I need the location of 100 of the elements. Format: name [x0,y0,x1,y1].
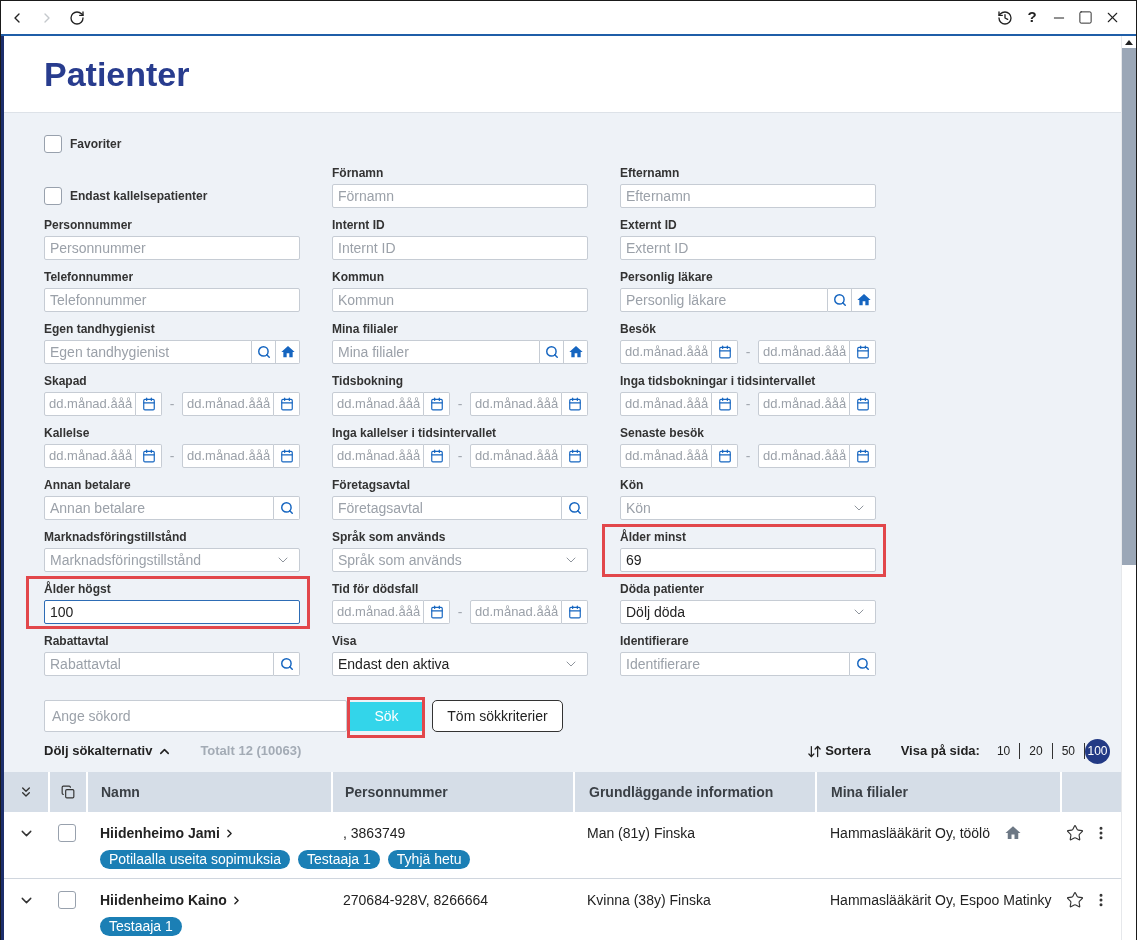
date-field[interactable]: dd.månad.ååå [44,392,136,416]
page-size-option[interactable]: 100 [1085,738,1110,764]
calendar-icon [567,397,582,411]
select-field[interactable]: Marknadsföringstillstånd [44,548,300,572]
checkbox[interactable] [44,187,62,205]
page-size-option[interactable]: 10 [987,742,1020,760]
patient-name-link[interactable]: Hiidenheimo Jami [100,822,236,844]
hide-search-options-toggle[interactable]: Dölj sökalternativ [44,741,173,761]
page-size-label: Visa på sida: [900,742,980,761]
keyword-search-field[interactable]: Ange sökord [44,700,347,732]
clear-criteria-button[interactable]: Töm sökkriterier [432,700,563,732]
home-icon [567,344,584,360]
calendar-button[interactable] [850,340,876,364]
maximize-icon[interactable] [1078,10,1093,25]
date-field[interactable]: dd.månad.ååå [758,444,850,468]
field-label: Tidsbokning [332,373,405,390]
date-field[interactable]: dd.månad.ååå [620,340,712,364]
help-icon[interactable]: ? [1024,6,1040,29]
input-field[interactable]: Efternamn [620,184,876,208]
home-button[interactable] [564,340,588,364]
copy-icon[interactable] [61,785,75,799]
favorite-star-icon[interactable] [1066,824,1084,842]
input-field[interactable]: Kommun [332,288,588,312]
favorite-star-icon[interactable] [1066,891,1084,909]
select-field[interactable]: Språk som används [332,548,588,572]
date-field[interactable]: dd.månad.ååå [44,444,136,468]
search-button[interactable] [540,340,564,364]
search-button[interactable] [562,496,588,520]
date-field[interactable]: dd.månad.ååå [470,600,562,624]
calendar-button[interactable] [274,444,300,468]
date-field[interactable]: dd.månad.ååå [332,392,424,416]
input-field[interactable]: Internt ID [332,236,588,260]
home-button[interactable] [852,288,876,312]
input-field[interactable]: Telefonnummer [44,288,300,312]
basic-info-text: Man (81y) Finska [587,823,696,843]
input-field[interactable]: Egen tandhygienist [44,340,252,364]
search-button[interactable] [274,652,300,676]
input-field[interactable]: Identifierare [620,652,850,676]
date-field[interactable]: dd.månad.ååå [758,340,850,364]
date-field[interactable]: dd.månad.ååå [182,444,274,468]
input-field[interactable]: Personlig läkare [620,288,828,312]
select-field[interactable]: Dölj döda [620,600,876,624]
page-size-option[interactable]: 50 [1052,742,1084,760]
calendar-button[interactable] [562,392,588,416]
page-title: Patienter [44,54,190,94]
date-field[interactable]: dd.månad.ååå [332,600,424,624]
field-label: Döda patienter [620,581,705,598]
tag: Tyhjä hetu [387,850,471,869]
checkbox[interactable] [44,135,62,153]
date-field[interactable]: dd.månad.ååå [182,392,274,416]
patient-name-link[interactable]: Hiidenheimo Kaino [100,889,243,911]
calendar-button[interactable] [562,600,588,624]
calendar-button[interactable] [424,600,450,624]
input-field[interactable]: Externt ID [620,236,876,260]
date-field[interactable]: dd.månad.ååå [620,444,712,468]
input-field[interactable]: 100 [44,600,300,624]
calendar-button[interactable] [712,392,738,416]
row-checkbox[interactable] [58,824,76,842]
row-checkbox[interactable] [58,891,76,909]
select-field[interactable]: Endast den aktiva [332,652,588,676]
search-button[interactable] [252,340,276,364]
scroll-up-icon[interactable] [1125,40,1133,45]
calendar-button[interactable] [424,392,450,416]
search-button[interactable]: Sök [350,701,423,731]
input-field[interactable]: Mina filialer [332,340,540,364]
calendar-button[interactable] [424,444,450,468]
search-button[interactable] [828,288,852,312]
search-button[interactable] [850,652,876,676]
tag: Testaaja 1 [298,850,380,869]
field-label: Kommun [332,269,385,286]
calendar-button[interactable] [850,392,876,416]
home-button[interactable] [276,340,300,364]
page-size-option[interactable]: 20 [1020,742,1052,760]
date-field[interactable]: dd.månad.ååå [620,392,712,416]
calendar-button[interactable] [136,392,162,416]
search-button[interactable] [274,496,300,520]
input-field[interactable]: 69 [620,548,876,572]
branch-name-text: Hammaslääkärit Oy, Espoo Matinky [830,890,1052,910]
refresh-icon[interactable] [69,9,85,26]
select-field[interactable]: Kön [620,496,876,520]
calendar-button[interactable] [850,444,876,468]
calendar-button[interactable] [712,340,738,364]
field-label: Kön [620,477,645,494]
calendar-button[interactable] [712,444,738,468]
input-field[interactable]: Personnummer [44,236,300,260]
date-field[interactable]: dd.månad.ååå [470,444,562,468]
sort-link[interactable]: Sortera [807,741,871,761]
date-field[interactable]: dd.månad.ååå [758,392,850,416]
input-field[interactable]: Rabattavtal [44,652,274,676]
calendar-button[interactable] [274,392,300,416]
input-field[interactable]: Företagsavtal [332,496,562,520]
field-label: Tid för dödsfall [332,581,420,598]
history-icon[interactable] [997,9,1013,26]
date-field[interactable]: dd.månad.ååå [470,392,562,416]
calendar-button[interactable] [562,444,588,468]
calendar-button[interactable] [136,444,162,468]
date-field[interactable]: dd.månad.ååå [332,444,424,468]
input-field[interactable]: Förnamn [332,184,588,208]
scrollbar-thumb[interactable] [1122,48,1136,565]
input-field[interactable]: Annan betalare [44,496,274,520]
